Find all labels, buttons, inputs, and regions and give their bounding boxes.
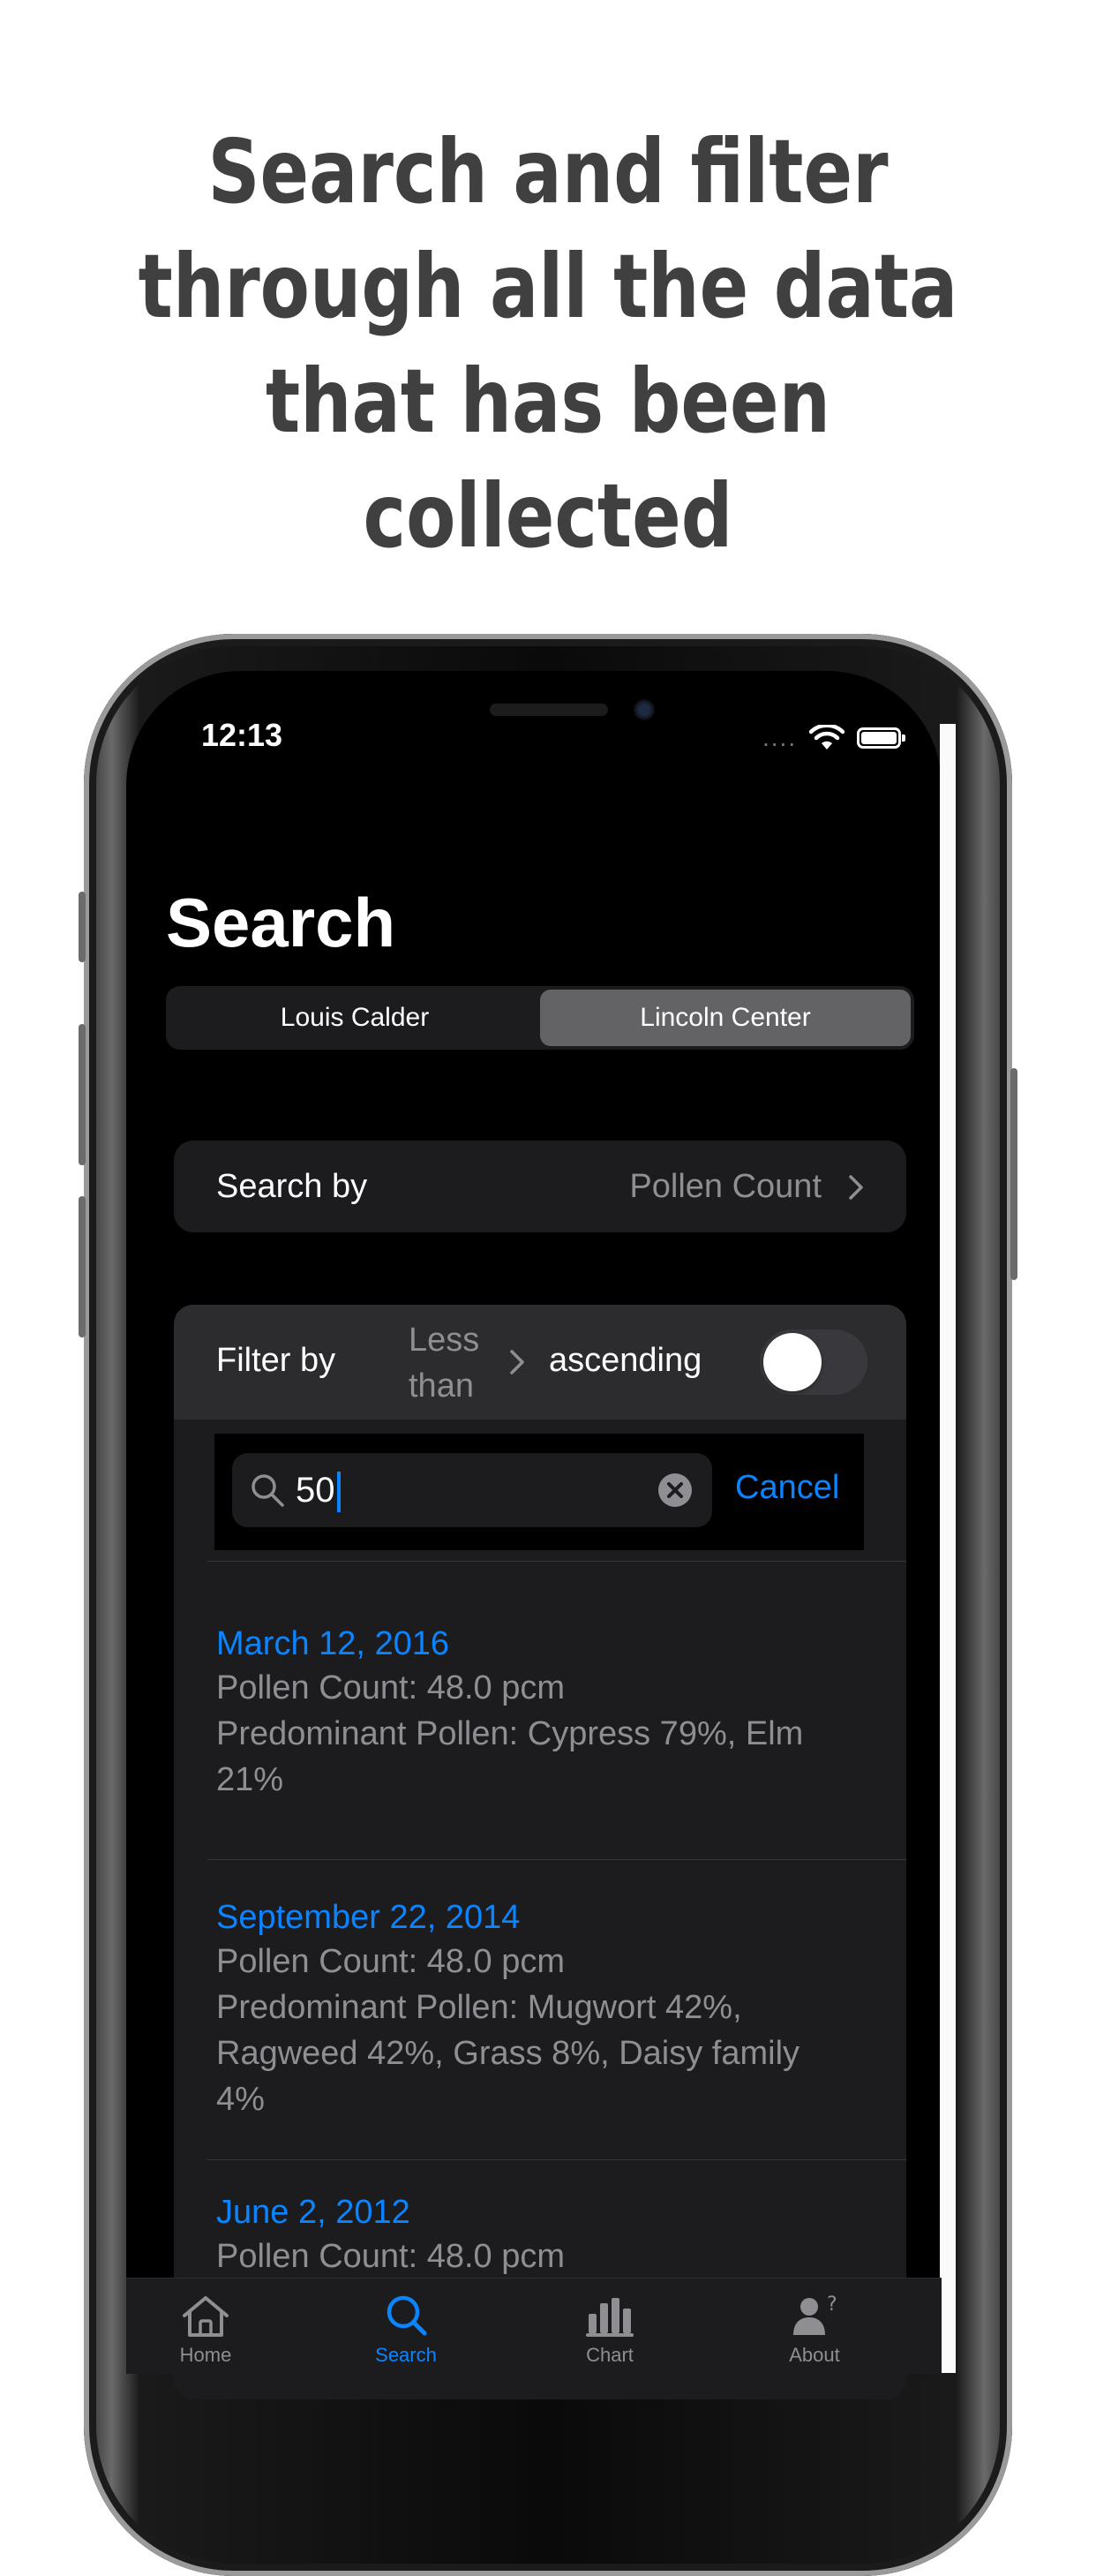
- front-camera: [634, 699, 655, 720]
- speaker-grille: [490, 704, 608, 716]
- about-icon: ?: [793, 2294, 837, 2335]
- result-predominant-pollen: Predominant Pollen: Cypress 79%, Elm: [216, 1715, 804, 1752]
- result-item[interactable]: September 22, 2014 Pollen Count: 48.0 pc…: [216, 1896, 860, 2122]
- volume-down-button: [79, 1196, 86, 1337]
- power-button: [1010, 1068, 1017, 1280]
- tab-about[interactable]: ? About: [735, 2278, 894, 2374]
- tab-chart[interactable]: Chart: [530, 2278, 689, 2374]
- tab-label: Chart: [586, 2344, 634, 2366]
- result-date: June 2, 2012: [216, 2194, 410, 2231]
- filter-operator-line-1: Less: [409, 1322, 480, 1359]
- result-pollen-count: Pollen Count: 48.0 pcm: [216, 2238, 566, 2275]
- page-title: Search: [166, 884, 396, 961]
- home-icon: [183, 2296, 229, 2337]
- result-date: September 22, 2014: [216, 1899, 521, 1936]
- headline-line-3: that has been: [265, 350, 831, 453]
- search-by-label: Search by: [216, 1167, 368, 1205]
- tab-search[interactable]: Search: [327, 2278, 485, 2374]
- segment-louis-calder[interactable]: Louis Calder: [169, 990, 540, 1046]
- wifi-icon: [809, 725, 845, 749]
- filter-operator-line-2: than: [409, 1367, 474, 1405]
- filter-by-label: Filter by: [216, 1342, 336, 1379]
- status-time: 12:13: [201, 717, 283, 753]
- tab-bar: Home Search Chart ? About: [126, 2278, 942, 2374]
- search-icon: [387, 2295, 427, 2336]
- tab-home[interactable]: Home: [126, 2278, 285, 2374]
- segment-lincoln-center[interactable]: Lincoln Center: [540, 990, 911, 1046]
- result-pollen-count: Pollen Count: 48.0 pcm: [216, 1669, 566, 1706]
- headline-line-1: Search and filter: [207, 120, 889, 223]
- tab-label: Search: [375, 2344, 437, 2366]
- result-pollen-count: Pollen Count: 48.0 pcm: [216, 1943, 566, 1980]
- cellular-signal-icon: ....: [762, 724, 798, 751]
- screen-edge: [940, 724, 956, 2373]
- status-indicators: ....: [762, 720, 906, 756]
- svg-text:?: ?: [827, 2294, 837, 2316]
- result-predominant-pollen: Predominant Pollen: Mugwort 42%,: [216, 1989, 742, 2026]
- search-icon: [251, 1474, 284, 1507]
- result-item[interactable]: June 2, 2012 Pollen Count: 48.0 pcm: [216, 2191, 860, 2279]
- result-date: March 12, 2016: [216, 1625, 450, 1662]
- sort-order-label: ascending: [549, 1342, 702, 1379]
- toggle-knob: [763, 1333, 822, 1391]
- chevron-right-icon: [510, 1350, 524, 1375]
- result-predominant-pollen-cont: Ragweed 42%, Grass 8%, Daisy family: [216, 2035, 800, 2072]
- divider: [207, 1859, 906, 1860]
- mute-switch: [79, 892, 86, 962]
- search-input-value: 50: [296, 1469, 341, 1513]
- headline-line-4: collected: [363, 464, 733, 568]
- search-bar: 50 Cancel: [214, 1434, 864, 1550]
- text-caret: [336, 1472, 341, 1513]
- search-input[interactable]: 50: [232, 1453, 712, 1527]
- cancel-search-button[interactable]: Cancel: [735, 1469, 839, 1507]
- chart-icon: [586, 2298, 634, 2337]
- filter-results-card: Filter by Less than ascending 50 Cancel: [174, 1305, 906, 2399]
- result-item[interactable]: March 12, 2016 Pollen Count: 48.0 pcm Pr…: [216, 1623, 860, 1803]
- filter-row: Filter by Less than ascending: [174, 1305, 906, 1420]
- tab-label: Home: [179, 2344, 232, 2366]
- location-segmented-control: Louis Calder Lincoln Center: [166, 986, 914, 1050]
- clear-text-icon[interactable]: [657, 1473, 693, 1508]
- divider: [207, 2159, 906, 2160]
- promo-headline: Search and filter through all the data t…: [99, 115, 997, 574]
- result-predominant-pollen-cont: 21%: [216, 1761, 284, 1798]
- headline-line-2: through all the data: [138, 235, 958, 338]
- filter-operator-picker[interactable]: Less than: [409, 1317, 479, 1409]
- divider: [207, 1561, 906, 1562]
- battery-icon: [857, 727, 906, 749]
- search-by-value: Pollen Count: [629, 1167, 822, 1205]
- tab-label: About: [789, 2344, 840, 2366]
- result-predominant-pollen-cont: 4%: [216, 2081, 265, 2118]
- chevron-right-icon: [849, 1175, 863, 1200]
- sort-order-toggle[interactable]: [760, 1329, 867, 1395]
- volume-up-button: [79, 1024, 86, 1165]
- search-by-row[interactable]: Search by Pollen Count: [174, 1141, 906, 1232]
